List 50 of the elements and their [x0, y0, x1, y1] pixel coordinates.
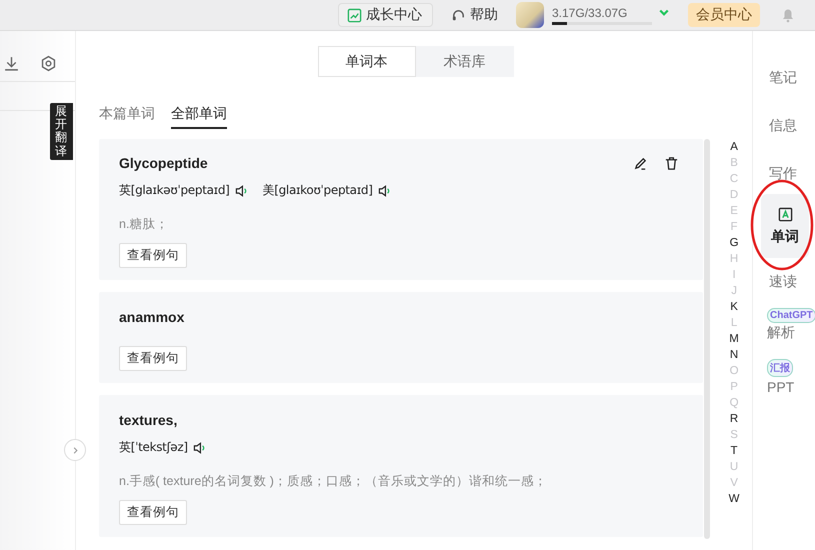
example-button[interactable]: 查看例句: [119, 243, 187, 268]
index-letter[interactable]: W: [728, 491, 740, 507]
sidebar-item[interactable]: 解析: [767, 323, 795, 343]
index-letter[interactable]: G: [730, 235, 739, 251]
sidebar-item[interactable]: 速读: [769, 272, 797, 292]
sidebar-item[interactable]: 笔记: [769, 68, 797, 88]
sidebar-badge: ChatGPT: [767, 308, 815, 323]
growth-center-button[interactable]: 成长中心: [338, 3, 433, 27]
speaker-icon[interactable]: [192, 442, 207, 454]
vip-center-button[interactable]: 会员中心: [688, 3, 760, 27]
download-icon[interactable]: [3, 54, 20, 72]
sidebar-item[interactable]: PPT: [767, 377, 794, 397]
index-letter[interactable]: R: [730, 411, 738, 427]
phonetic-text: 美[glaɪkoʊˈpeptaɪd]: [262, 182, 373, 199]
sidebar-item[interactable]: 信息: [769, 116, 797, 136]
speaker-icon[interactable]: [234, 184, 249, 196]
phonetic-text: 英[ˈtekstʃəz]: [119, 439, 188, 456]
word-title: anammox: [119, 309, 184, 325]
example-button[interactable]: 查看例句: [119, 500, 187, 525]
collapse-handle[interactable]: [64, 439, 86, 461]
word-title: Glycopeptide: [119, 155, 208, 171]
index-letter[interactable]: N: [730, 347, 738, 363]
help-button[interactable]: 帮助: [451, 4, 498, 26]
phonetic-text: 英[glaɪkəʊˈpeptaɪd]: [119, 182, 230, 199]
expand-translation-tab[interactable]: 展开翻译: [50, 103, 73, 160]
settings-icon[interactable]: [40, 54, 57, 72]
sidebar-item[interactable]: 写作: [769, 164, 797, 184]
letter-a-icon: [778, 206, 792, 222]
headset-icon: [451, 8, 466, 22]
index-letter[interactable]: A: [730, 139, 738, 155]
storage-text: 3.17G/33.07G: [552, 6, 628, 20]
avatar-icon[interactable]: [516, 2, 544, 28]
speaker-icon[interactable]: [378, 184, 392, 196]
index-letter[interactable]: M: [729, 331, 739, 347]
sidebar-item[interactable]: 单词: [761, 194, 809, 258]
subtab[interactable]: 本篇单词: [99, 105, 155, 129]
definition-text: n.糖肽；: [119, 216, 170, 233]
scrollbar[interactable]: [704, 139, 710, 539]
index-letter[interactable]: T: [730, 443, 738, 459]
delete-icon[interactable]: [664, 156, 680, 170]
tab[interactable]: 术语库: [416, 46, 514, 77]
edit-icon[interactable]: [633, 156, 648, 170]
word-title: textures,: [119, 412, 178, 428]
sidebar-badge: 汇报: [767, 359, 793, 377]
index-letter[interactable]: K: [730, 299, 738, 315]
example-button[interactable]: 查看例句: [119, 346, 187, 371]
chart-icon: [347, 8, 362, 22]
definition-text: n.手感( texture的名词复数 )；质感；口感；（音乐或文学的）谐和统一感；: [119, 473, 548, 490]
tab[interactable]: 单词本: [318, 46, 416, 77]
subtab[interactable]: 全部单词: [171, 105, 227, 129]
